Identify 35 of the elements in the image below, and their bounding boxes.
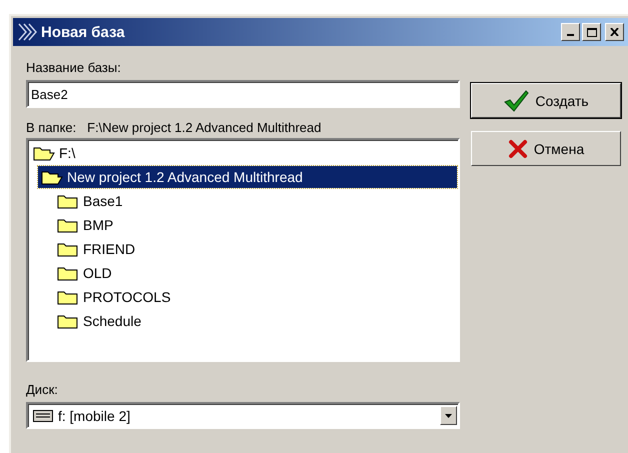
create-button[interactable]: Создать xyxy=(471,83,621,118)
folder-item[interactable]: OLD xyxy=(54,262,115,284)
disk-label: Диск: xyxy=(26,382,59,398)
folder-item[interactable]: PROTOCOLS xyxy=(54,286,174,308)
field-label: Название базы: xyxy=(26,60,122,76)
folder-item[interactable]: Schedule xyxy=(54,310,144,332)
folder-icon xyxy=(57,193,79,209)
close-button[interactable] xyxy=(605,23,624,41)
window-title: Новая база xyxy=(41,24,126,40)
app-logo-icon xyxy=(17,22,39,42)
open-folder-icon xyxy=(33,145,55,161)
maximize-button[interactable] xyxy=(582,23,601,41)
folder-icon xyxy=(57,217,79,233)
cross-icon xyxy=(508,138,528,158)
minimize-button[interactable] xyxy=(561,23,580,41)
drive-icon xyxy=(33,410,53,422)
checkmark-icon xyxy=(503,90,530,112)
name-input-field[interactable]: Base2 xyxy=(26,80,460,108)
folder-item[interactable]: FRIEND xyxy=(54,238,138,260)
folder-item[interactable]: Base1 xyxy=(54,190,126,212)
cancel-button[interactable]: Отмена xyxy=(471,131,621,166)
close-icon xyxy=(610,28,619,36)
caret-icon xyxy=(445,414,452,418)
open-folder-icon xyxy=(41,169,63,185)
folder-icon xyxy=(57,241,79,257)
folder-path-text: В папке: F:\New project 1.2 Advanced Multithread xyxy=(26,120,322,136)
folder-icon xyxy=(57,265,79,281)
folder-icon xyxy=(57,289,79,305)
folder-item[interactable]: New project 1.2 Advanced Multithread xyxy=(38,166,457,188)
folder-icon xyxy=(57,313,79,329)
folder-item[interactable]: BMP xyxy=(54,214,116,236)
folder-item[interactable]: F:\ xyxy=(30,142,78,164)
dropdown-button[interactable] xyxy=(440,406,457,425)
maximize-icon xyxy=(586,28,596,36)
disk-dropdown[interactable]: f: [mobile 2] xyxy=(26,402,460,429)
